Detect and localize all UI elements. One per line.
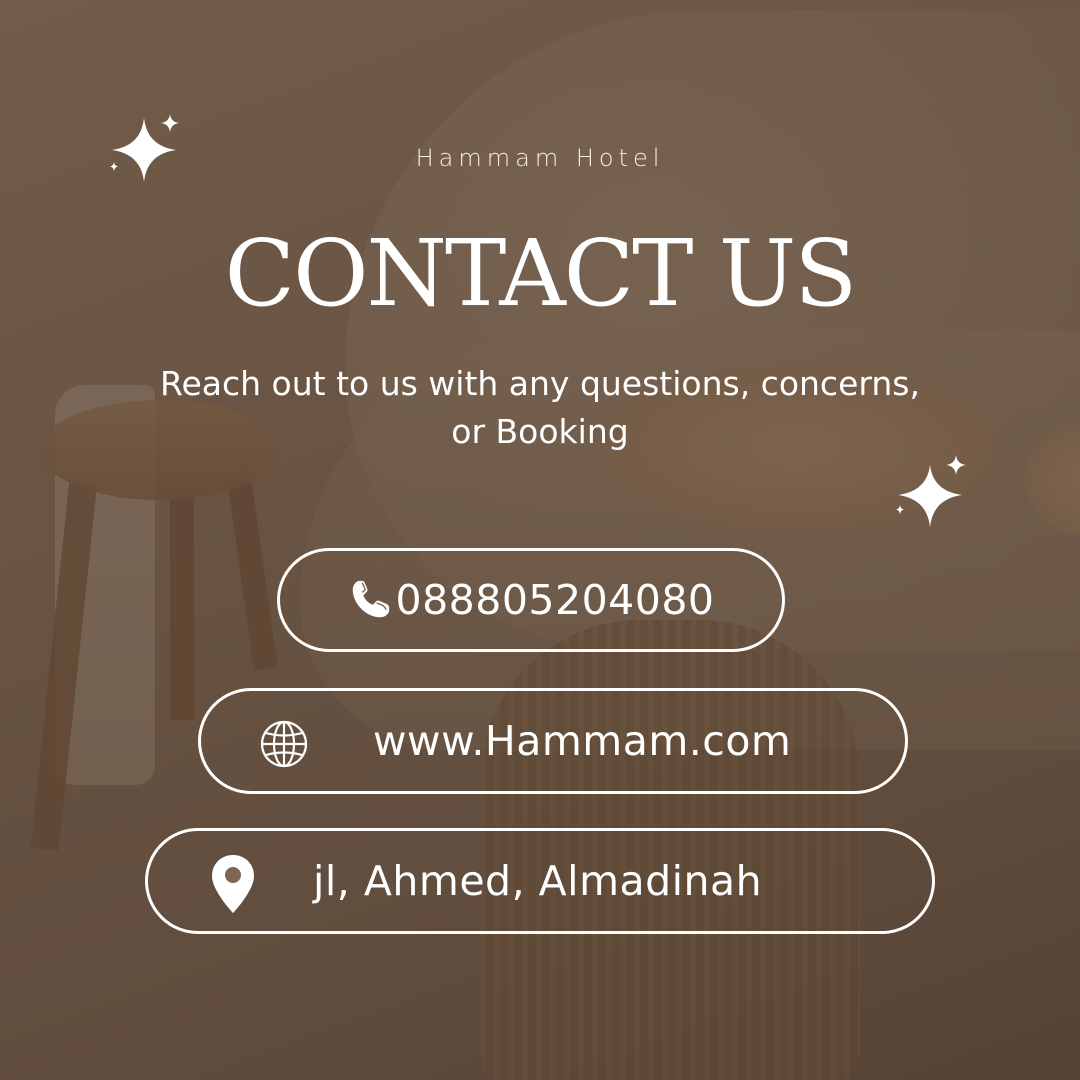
subtitle: Reach out to us with any questions, conc… [160, 364, 920, 451]
phone-icon [353, 580, 390, 618]
page-title: CONTACT US [224, 220, 858, 327]
address-text: jl, Ahmed, Almadinah [313, 857, 763, 905]
phone-number: 088805204080 [395, 576, 715, 624]
website-url: www.Hammam.com [373, 717, 792, 765]
location-pin-icon [212, 855, 254, 913]
address-button[interactable]: jl, Ahmed, Almadinah [145, 828, 935, 934]
sparkle-icon [896, 455, 966, 527]
phone-button[interactable]: 088805204080 [277, 548, 785, 652]
website-button[interactable]: www.Hammam.com [198, 688, 908, 794]
brand-name: Hammam Hotel [415, 144, 665, 172]
contact-card: Hammam Hotel CONTACT US Reach out to us … [0, 0, 1080, 1080]
globe-icon [260, 720, 308, 768]
